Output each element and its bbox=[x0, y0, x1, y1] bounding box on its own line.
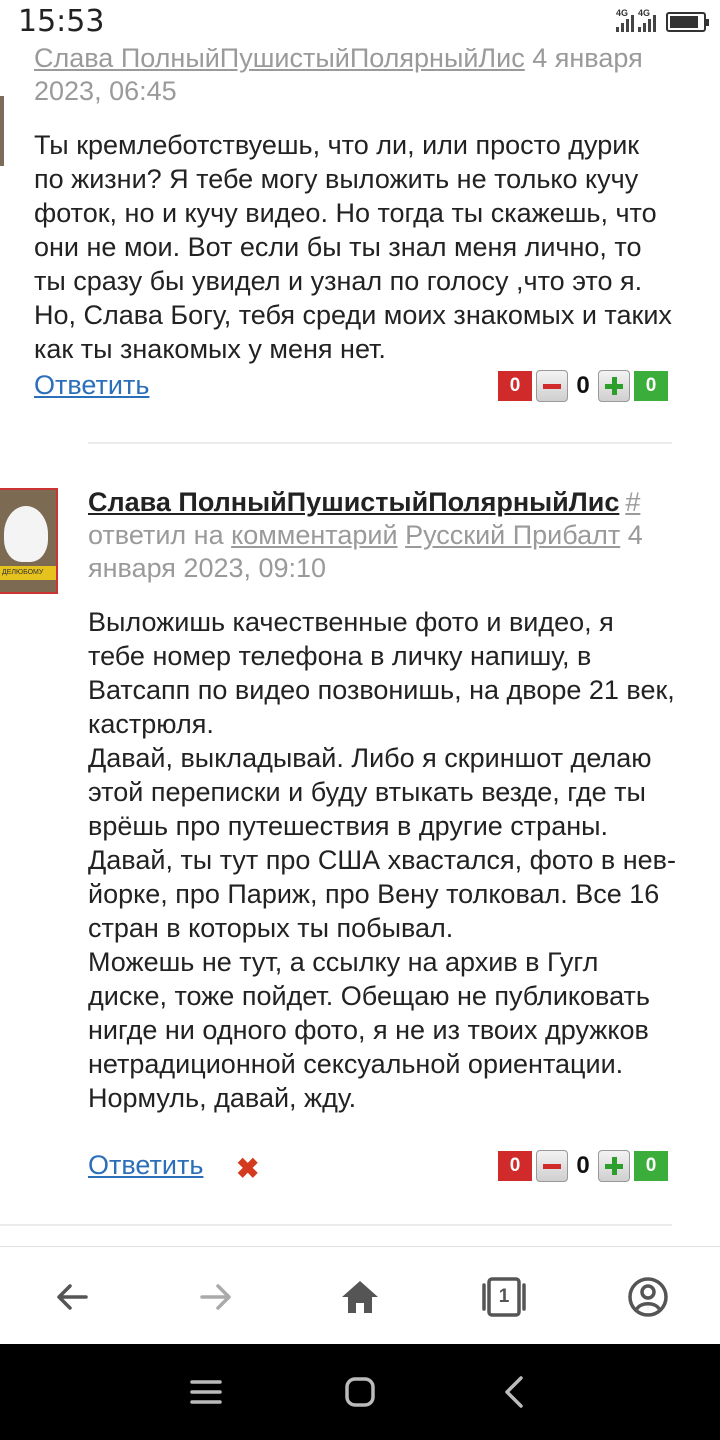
author-link[interactable]: Слава ПолныйПушистыйПолярныйЛис bbox=[34, 48, 525, 73]
comment: Слава ПолныйПушистыйПолярныйЛис 4 января… bbox=[34, 48, 674, 366]
comment-text: Выложишь качественные фото и видео, я те… bbox=[88, 607, 677, 1113]
dislike-count: 0 bbox=[498, 371, 532, 401]
browser-toolbar: 1 bbox=[0, 1246, 720, 1344]
replied-prefix: ответил на bbox=[88, 520, 224, 550]
comment-text: Ты кремлеботствуешь, что ли, или просто … bbox=[34, 130, 672, 364]
comments-list: Слава ПолныйПушистыйПолярныйЛис 4 января… bbox=[0, 48, 720, 1246]
dislike-count: 0 bbox=[498, 1151, 532, 1181]
network-label: 4G bbox=[638, 8, 651, 18]
signal-icon: 4G bbox=[638, 8, 656, 32]
signal-icon: 4G bbox=[616, 8, 634, 32]
home-square-icon[interactable] bbox=[330, 1362, 390, 1422]
reply-link[interactable]: Ответить bbox=[88, 1150, 203, 1181]
minus-icon[interactable] bbox=[536, 370, 568, 402]
avatar-caption: ДЕЛЮБОМУ bbox=[2, 569, 44, 576]
vote-score: 0 bbox=[576, 372, 590, 399]
vote-score: 0 bbox=[576, 1152, 590, 1179]
author-link[interactable]: Слава ПолныйПушистыйПолярныйЛис bbox=[88, 487, 619, 517]
comment-meta: Слава ПолныйПушистыйПолярныйЛис 4 января… bbox=[34, 48, 674, 108]
tabs-icon[interactable]: 1 bbox=[474, 1267, 534, 1327]
status-icons: 4G 4G bbox=[616, 8, 709, 32]
battery-icon bbox=[666, 12, 709, 32]
vote-widget: 0 0 0 bbox=[498, 370, 668, 402]
menu-icon[interactable] bbox=[176, 1362, 236, 1422]
plus-icon[interactable] bbox=[598, 370, 630, 402]
like-count: 0 bbox=[634, 1151, 668, 1181]
back-chevron-icon[interactable] bbox=[484, 1362, 544, 1422]
tab-count: 1 bbox=[498, 1286, 510, 1307]
permalink-link[interactable]: # bbox=[625, 487, 640, 517]
system-nav-bar bbox=[0, 1344, 720, 1440]
dog-image bbox=[4, 506, 48, 562]
home-icon[interactable] bbox=[330, 1267, 390, 1327]
profile-icon[interactable] bbox=[618, 1267, 678, 1327]
comment-meta: Слава ПолныйПушистыйПолярныйЛис # ответил… bbox=[88, 486, 678, 585]
comment: Слава ПолныйПушистыйПолярныйЛис # ответил… bbox=[88, 486, 678, 1115]
back-arrow-icon[interactable] bbox=[42, 1267, 102, 1327]
divider bbox=[88, 442, 672, 444]
replied-comment-link[interactable]: комментарий bbox=[231, 520, 397, 550]
like-count: 0 bbox=[634, 371, 668, 401]
status-bar: 15:53 4G 4G bbox=[0, 0, 720, 48]
vote-widget: 0 0 0 bbox=[498, 1150, 668, 1182]
status-time: 15:53 bbox=[18, 4, 105, 39]
avatar[interactable]: ДЕЛЮБОМУ bbox=[0, 488, 58, 594]
avatar-partial bbox=[0, 96, 4, 166]
divider bbox=[0, 1224, 672, 1226]
reply-link[interactable]: Ответить bbox=[34, 370, 149, 401]
replied-author-link[interactable]: Русский Прибалт bbox=[405, 520, 620, 550]
network-label: 4G bbox=[616, 8, 629, 18]
plus-icon[interactable] bbox=[598, 1150, 630, 1182]
forward-arrow-icon[interactable] bbox=[186, 1267, 246, 1327]
minus-icon[interactable] bbox=[536, 1150, 568, 1182]
delete-icon[interactable]: ✖ bbox=[236, 1152, 259, 1185]
